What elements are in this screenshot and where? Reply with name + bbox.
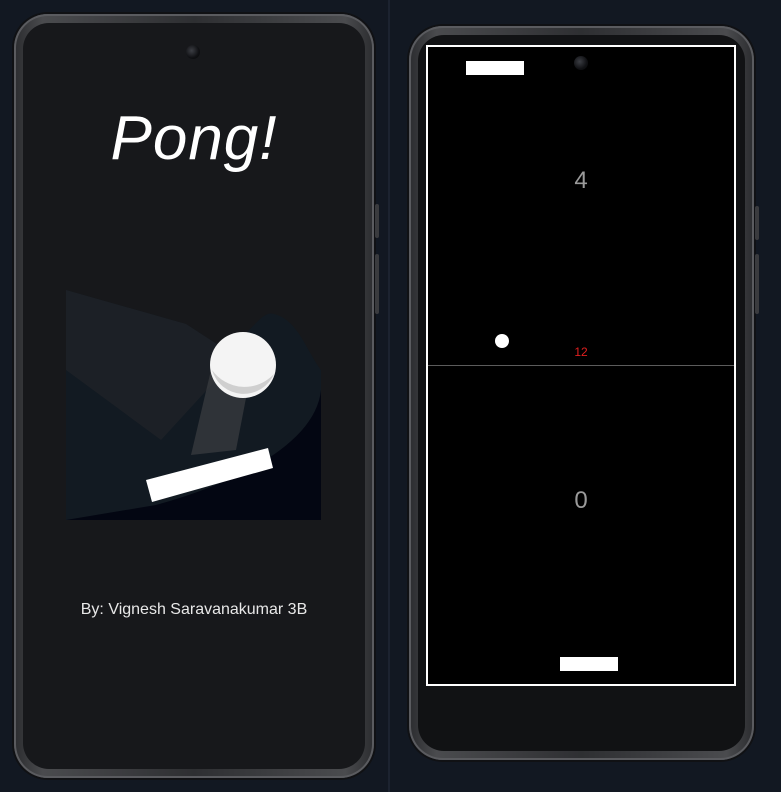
volume-button <box>755 254 759 314</box>
emulator-view: Pong! By: Vignesh Saravanakumar 3B 4 12 … <box>0 0 781 792</box>
bottom-score: 0 <box>574 487 588 514</box>
front-camera-icon <box>186 45 200 59</box>
opponent-paddle <box>466 61 524 75</box>
player-paddle[interactable] <box>560 657 618 671</box>
rally-counter: 12 <box>574 345 588 359</box>
pane-divider <box>388 0 390 792</box>
splash-screen: Pong! By: Vignesh Saravanakumar 3B <box>23 23 365 769</box>
power-button <box>755 206 759 240</box>
ball <box>495 334 509 348</box>
volume-button <box>375 254 379 314</box>
center-line <box>428 365 734 366</box>
app-title: Pong! <box>110 104 278 173</box>
top-score: 4 <box>574 167 588 194</box>
author-credit: By: Vignesh Saravanakumar 3B <box>80 601 308 618</box>
power-button <box>375 204 379 238</box>
pong-logo-icon <box>66 290 321 520</box>
phone-left: Pong! By: Vignesh Saravanakumar 3B <box>14 14 379 778</box>
front-camera-icon <box>574 56 588 70</box>
phone-right: 4 12 0 <box>409 26 759 760</box>
game-screen: 4 12 0 <box>418 35 745 751</box>
game-field[interactable]: 4 12 0 <box>426 45 736 686</box>
